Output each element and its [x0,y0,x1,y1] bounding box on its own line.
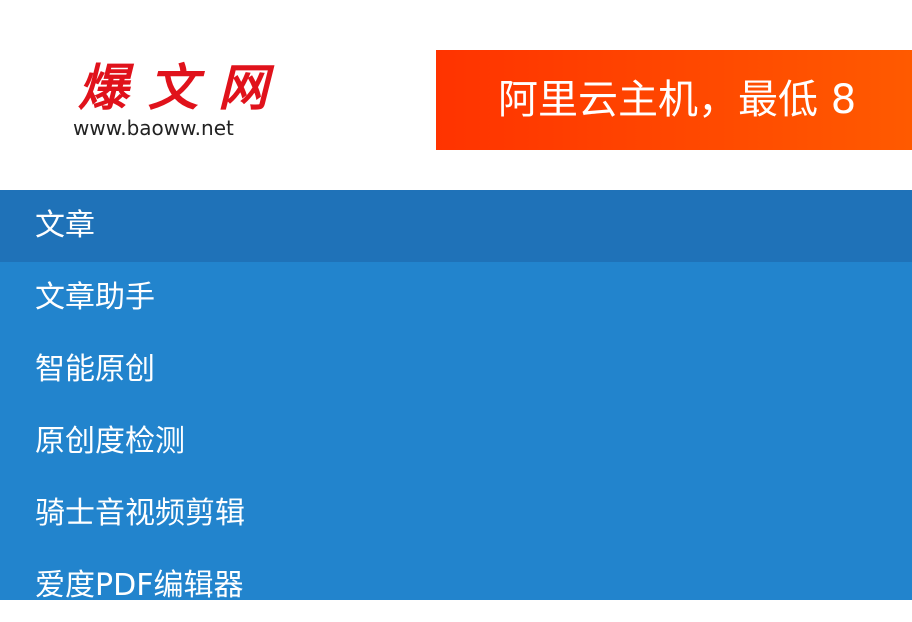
nav-item-articles[interactable]: 文章 [0,190,912,262]
nav-item-smart-original[interactable]: 智能原创 [0,334,912,406]
nav-item-originality-check[interactable]: 原创度检测 [0,406,912,478]
logo-url: www.baoww.net [73,116,234,140]
logo-title: 爆文网 [78,58,288,117]
nav-menu: 文章 文章助手 智能原创 原创度检测 骑士音视频剪辑 爱度PDF编辑器 [0,190,912,603]
nav-item-pdf-editor[interactable]: 爱度PDF编辑器 [0,550,912,622]
nav-item-video-editor[interactable]: 骑士音视频剪辑 [0,478,912,550]
ad-banner[interactable]: 阿里云主机，最低 8 [436,50,912,150]
site-header: 爆文网 www.baoww.net 阿里云主机，最低 8 [0,0,912,190]
nav-item-article-assistant[interactable]: 文章助手 [0,262,912,334]
site-logo[interactable]: 爆文网 www.baoww.net [70,58,290,148]
ad-banner-text: 阿里云主机，最低 8 [498,77,857,123]
